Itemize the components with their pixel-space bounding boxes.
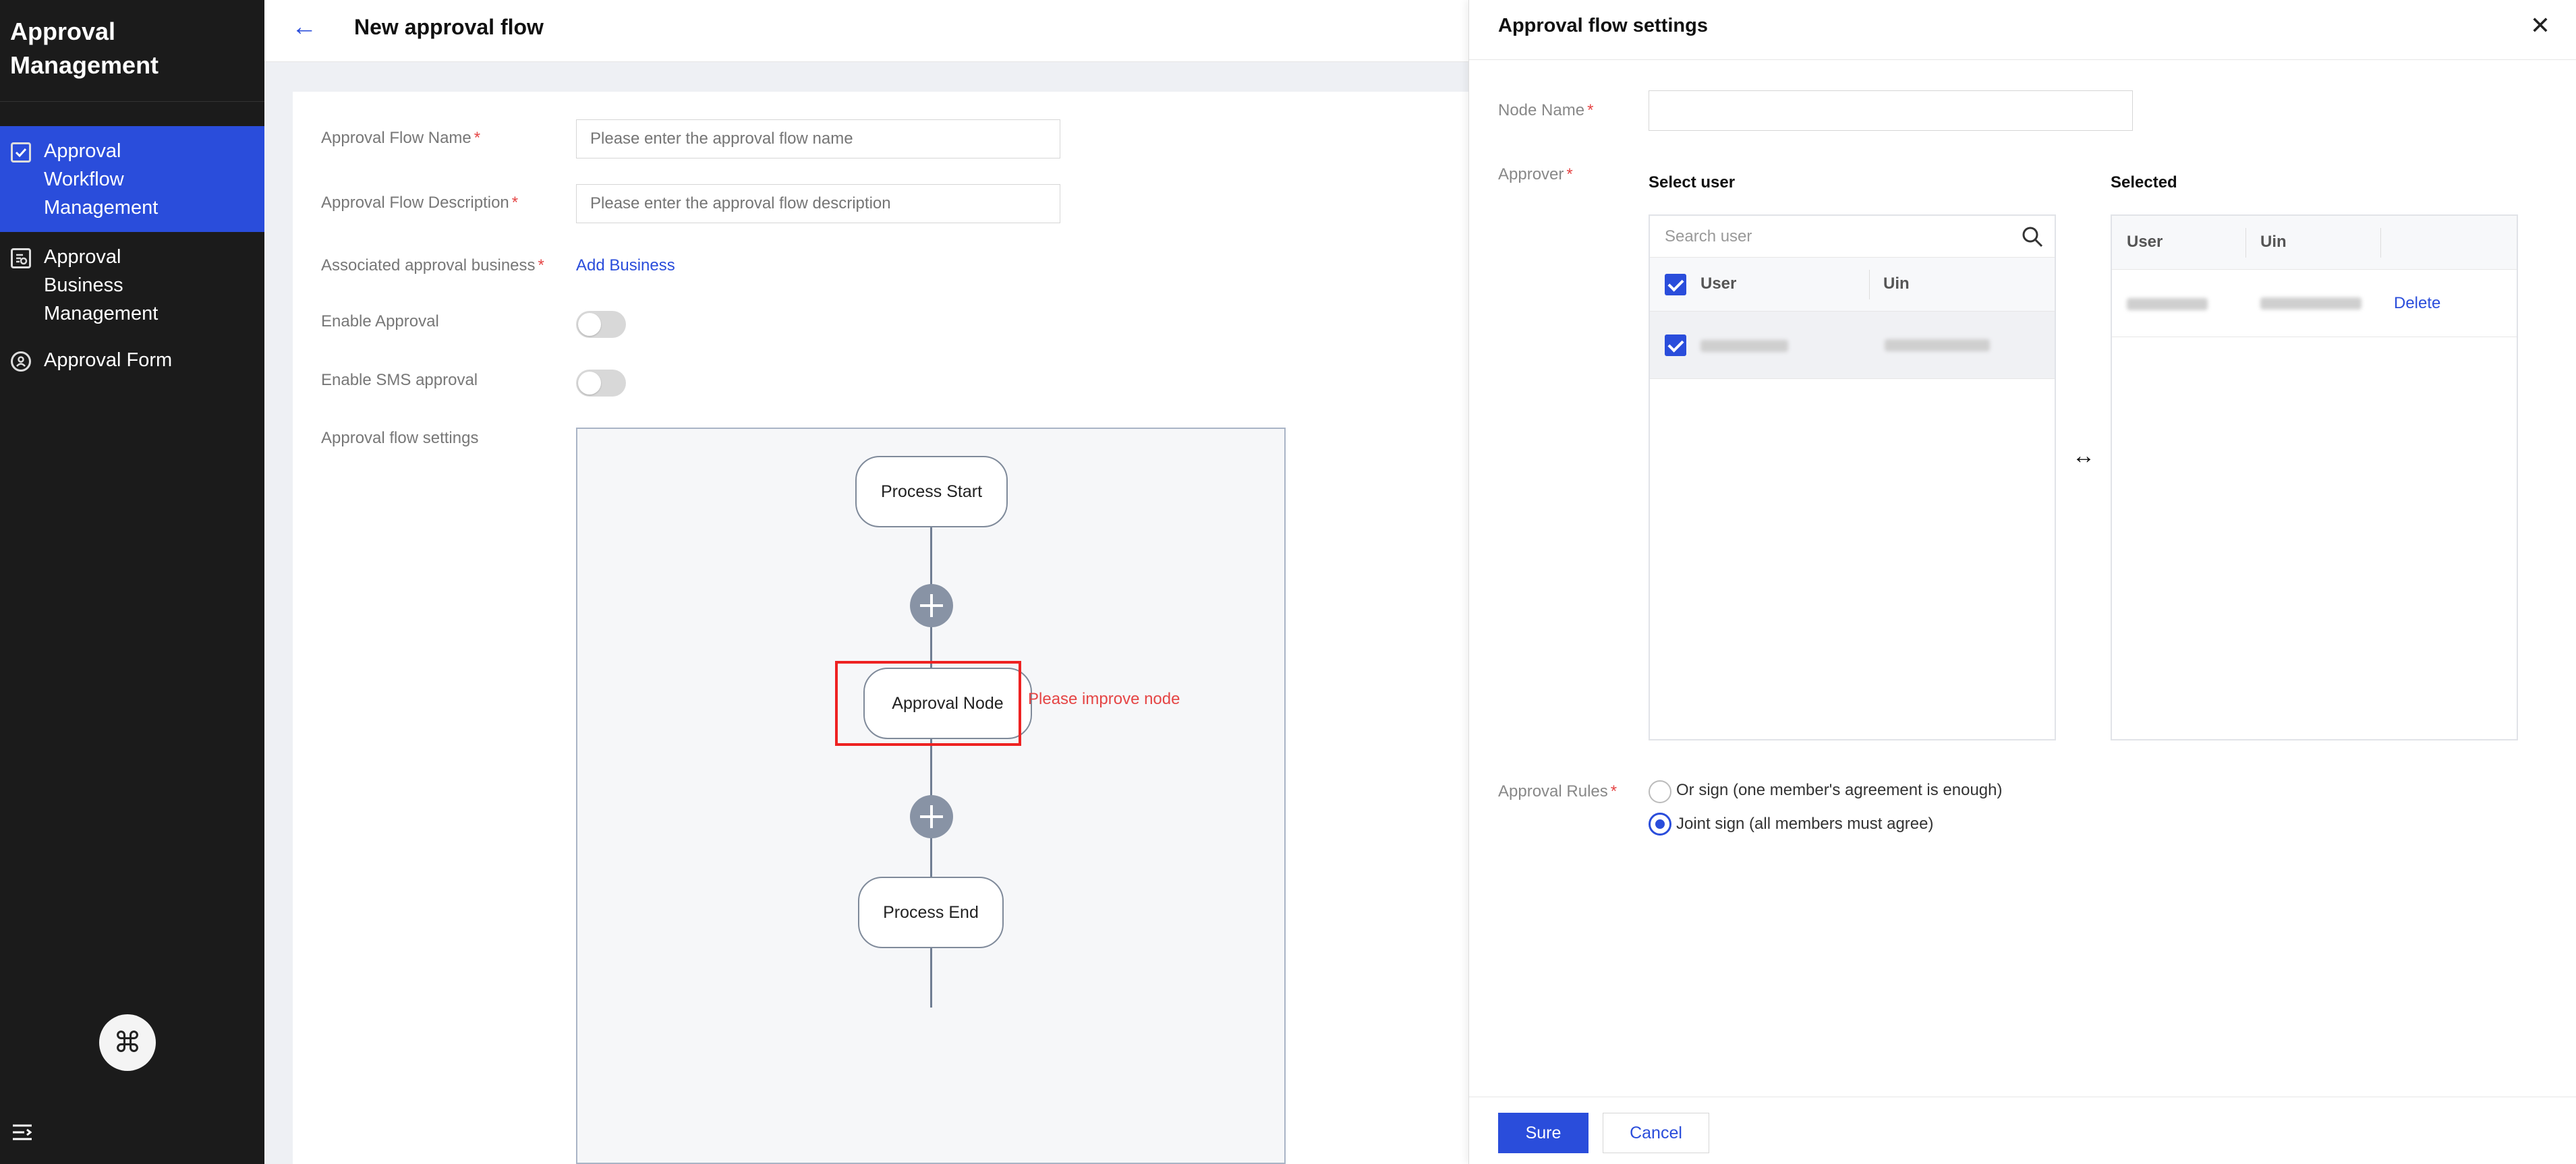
flow-description-input[interactable]: [576, 184, 1060, 223]
column-separator: [1869, 270, 1870, 299]
selected-users-panel: User Uin Delete: [2111, 214, 2518, 740]
sidebar-item-approval-form[interactable]: Approval Form: [0, 346, 264, 378]
approval-settings-drawer: Approval flow settings ✕ Node Name * Appr…: [1468, 0, 2576, 1164]
checkbox-icon: [11, 142, 31, 163]
sidebar-item-approval-business-management[interactable]: Approval Business Management: [0, 232, 264, 326]
delete-user-link[interactable]: Delete: [2394, 292, 2440, 315]
flow-canvas: Process Start Approval Node Process End: [576, 428, 1286, 1164]
document-search-icon: [11, 248, 31, 268]
redacted-user: [1700, 340, 1788, 352]
node-name-input[interactable]: [1649, 90, 2133, 131]
sidebar-item-label: Approval Business Management: [44, 246, 159, 324]
table-header: User Uin: [2112, 216, 2517, 270]
select-user-panel: Search user User Uin: [1649, 214, 2056, 740]
process-end-node[interactable]: Process End: [858, 877, 1004, 948]
flow-name-input[interactable]: [576, 119, 1060, 158]
or-sign-label[interactable]: Or sign (one member's agreement is enoug…: [1676, 779, 2002, 802]
collapse-menu-icon[interactable]: [12, 1124, 32, 1141]
column-header-uin: Uin: [1883, 274, 1910, 293]
select-user-title: Select user: [1649, 173, 1736, 192]
redacted-uin: [1885, 339, 1990, 351]
flow-description-label: Approval Flow Description *: [321, 194, 519, 212]
or-sign-radio[interactable]: [1649, 780, 1671, 803]
node-error-highlight: [835, 661, 1021, 746]
sidebar-item-label: Approval Workflow Management: [44, 140, 159, 219]
table-header: User Uin: [1650, 258, 2055, 312]
node-error-message: Please improve node: [1028, 690, 1180, 708]
toggle-knob: [578, 372, 601, 395]
search-user-input[interactable]: Search user: [1665, 225, 1752, 248]
node-name-label: Node Name *: [1498, 101, 1594, 119]
add-node-icon[interactable]: [910, 584, 953, 627]
command-button[interactable]: ⌘: [99, 1014, 156, 1071]
enable-sms-toggle[interactable]: [576, 370, 626, 397]
approver-label: Approver *: [1498, 165, 1573, 183]
toggle-knob: [578, 313, 601, 336]
column-separator: [2245, 228, 2246, 258]
search-row: Search user: [1650, 216, 2055, 258]
joint-sign-radio[interactable]: [1649, 813, 1671, 836]
sure-button[interactable]: Sure: [1498, 1113, 1588, 1153]
add-business-link[interactable]: Add Business: [576, 254, 675, 277]
row-checkbox[interactable]: [1665, 334, 1686, 356]
sidebar: Approval Management Approval Workflow Ma…: [0, 0, 264, 1164]
table-row[interactable]: [1650, 312, 2055, 379]
redacted-user: [2127, 298, 2208, 310]
approval-rules-label: Approval Rules *: [1498, 782, 1618, 801]
enable-approval-toggle[interactable]: [576, 311, 626, 338]
joint-sign-label[interactable]: Joint sign (all members must agree): [1676, 813, 1933, 836]
sidebar-divider: [0, 101, 264, 102]
page-title: New approval flow: [354, 15, 544, 39]
selected-title: Selected: [2111, 173, 2177, 192]
column-header-uin: Uin: [2260, 233, 2287, 251]
cancel-button[interactable]: Cancel: [1603, 1113, 1709, 1153]
approval-flow-form: Approval Flow Name* Approval Flow Descri…: [293, 92, 1468, 1164]
enable-approval-label: Enable Approval: [321, 312, 439, 330]
drawer-divider: [1469, 59, 2576, 60]
associated-business-label: Associated approval business *: [321, 256, 544, 274]
select-all-checkbox[interactable]: [1665, 274, 1686, 295]
transfer-icon: ↔: [2072, 443, 2095, 469]
sidebar-item-approval-workflow-management[interactable]: Approval Workflow Management: [0, 126, 264, 232]
drawer-title: Approval flow settings: [1498, 15, 1708, 36]
enable-sms-label: Enable SMS approval: [321, 371, 478, 389]
back-arrow-icon[interactable]: ←: [291, 12, 325, 42]
flow-settings-label: Approval flow settings: [321, 429, 479, 447]
column-separator: [2380, 228, 2381, 258]
table-row: Delete: [2112, 270, 2517, 337]
close-icon[interactable]: ✕: [2528, 13, 2552, 38]
search-icon[interactable]: [2021, 225, 2044, 248]
user-circle-icon: [11, 351, 31, 372]
app-brand: Approval Management: [10, 18, 159, 79]
sidebar-item-label: Approval Form: [44, 349, 173, 371]
process-start-node[interactable]: Process Start: [855, 456, 1008, 527]
flow-name-label: Approval Flow Name *: [321, 129, 481, 147]
page-header: ← New approval flow: [264, 0, 1468, 62]
redacted-uin: [2260, 297, 2362, 310]
add-node-icon[interactable]: [910, 795, 953, 838]
column-header-user: User: [2127, 233, 2163, 251]
column-header-user: User: [1700, 274, 1737, 293]
